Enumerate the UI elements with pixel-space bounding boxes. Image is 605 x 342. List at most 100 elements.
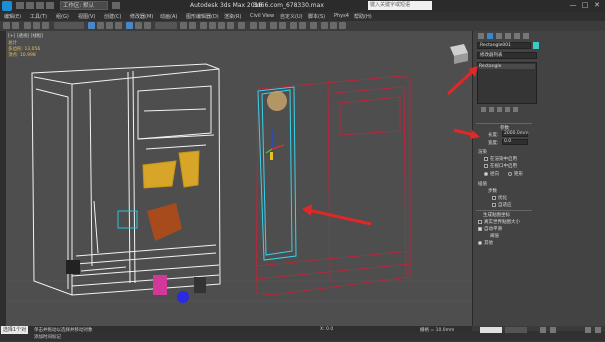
create-tab-icon[interactable] (478, 33, 484, 39)
open-file-icon[interactable] (26, 2, 34, 9)
show-end-result-icon[interactable] (489, 107, 494, 112)
optimize-checkbox[interactable] (492, 196, 496, 200)
make-unique-icon[interactable] (497, 107, 502, 112)
yellow-coat[interactable] (178, 150, 200, 188)
redo-toolbar-icon[interactable] (12, 22, 19, 29)
pivot-center-icon[interactable] (180, 22, 187, 29)
utilities-tab-icon[interactable] (523, 33, 529, 39)
remove-modifier-icon[interactable] (505, 107, 510, 112)
configure-sets-icon[interactable] (513, 107, 518, 112)
maximize-button[interactable]: □ (580, 1, 590, 10)
close-button[interactable]: ✕ (592, 1, 602, 10)
spinner-snap-icon[interactable] (227, 22, 234, 29)
menu-group[interactable]: 组(G) (56, 13, 69, 20)
auto-key-button[interactable] (480, 327, 502, 333)
menu-scripting[interactable]: 脚本(S) (308, 13, 325, 20)
gizmo-x-axis[interactable] (271, 144, 285, 150)
save-file-icon[interactable] (36, 2, 44, 9)
menu-views[interactable]: 视图(V) (78, 13, 95, 20)
set-key-button[interactable] (505, 327, 527, 333)
undo-toolbar-icon[interactable] (3, 22, 10, 29)
auto-smooth-checkbox[interactable] (478, 227, 482, 231)
unlink-icon[interactable] (33, 22, 40, 29)
align-icon[interactable] (259, 22, 266, 29)
minimize-button[interactable]: — (568, 1, 578, 10)
misc-radio[interactable] (478, 241, 482, 245)
rectangular-radio[interactable] (508, 172, 512, 176)
material-editor-icon[interactable] (310, 22, 317, 29)
schematic-view-icon[interactable] (299, 22, 306, 29)
object-name-field[interactable]: Rectangle001 (477, 42, 531, 49)
named-selection-icon[interactable] (238, 22, 245, 29)
menu-graph-editors[interactable]: 图形编辑器(D) (186, 13, 219, 20)
rectangular-selection-icon[interactable] (106, 22, 113, 29)
stack-item[interactable]: Rectangle (479, 64, 535, 69)
workspace-dropdown[interactable]: 工作区: 默认 (60, 1, 108, 10)
undo-icon[interactable] (46, 2, 54, 9)
pink-box[interactable] (153, 275, 167, 295)
menu-tools[interactable]: 工具(T) (30, 13, 47, 20)
menu-help[interactable]: 帮助(H) (354, 13, 372, 20)
reference-coordinate-dropdown[interactable] (155, 22, 177, 29)
render-icon[interactable] (339, 22, 346, 29)
rendered-frame-icon[interactable] (330, 22, 337, 29)
menu-modifiers[interactable]: 修改器(M) (130, 13, 153, 20)
layer-manager-icon[interactable] (270, 22, 277, 29)
menu-phys[interactable]: Phys4 (334, 13, 349, 19)
rotate-icon[interactable] (135, 22, 142, 29)
length-field[interactable]: 2000.0mm (502, 131, 529, 137)
menu-civil-view[interactable]: Civil View (250, 13, 274, 19)
move-icon[interactable] (126, 22, 133, 29)
bind-space-warp-icon[interactable] (42, 22, 49, 29)
width-field[interactable]: 0.0 (502, 139, 528, 145)
menu-edit[interactable]: 编辑(E) (4, 13, 21, 20)
redo-icon[interactable] (112, 2, 120, 9)
zoom-icon[interactable] (585, 327, 591, 333)
adaptive-checkbox[interactable] (492, 203, 496, 207)
percent-snap-icon[interactable] (218, 22, 225, 29)
perspective-viewport[interactable] (6, 31, 472, 326)
orbit-icon[interactable] (595, 327, 601, 333)
object-color-swatch[interactable] (533, 42, 539, 49)
motion-tab-icon[interactable] (505, 33, 511, 39)
pin-stack-icon[interactable] (481, 107, 486, 112)
brown-box[interactable] (147, 203, 182, 241)
search-input[interactable]: 键入关键字或短语 (368, 1, 432, 10)
blue-ball[interactable] (177, 291, 189, 303)
select-by-name-icon[interactable] (97, 22, 104, 29)
radial-radio[interactable] (484, 172, 488, 176)
curve-editor-icon[interactable] (290, 22, 297, 29)
display-tab-icon[interactable] (514, 33, 520, 39)
modify-tab-icon[interactable] (487, 33, 493, 39)
selection-filter-dropdown[interactable] (54, 22, 84, 29)
hierarchy-tab-icon[interactable] (496, 33, 502, 39)
modifier-list-dropdown[interactable]: 修改器列表 (477, 52, 537, 59)
select-object-icon[interactable] (88, 22, 95, 29)
enable-renderer-checkbox[interactable] (484, 157, 488, 161)
menu-create[interactable]: 创建(C) (104, 13, 121, 20)
graphite-toggle-icon[interactable] (279, 22, 286, 29)
gizmo-handle[interactable] (270, 152, 273, 160)
dark-shoes[interactable] (194, 277, 206, 293)
selected-rectangle-panel[interactable] (257, 86, 297, 261)
angle-snap-icon[interactable] (209, 22, 216, 29)
menu-rendering[interactable]: 渲染(R) (224, 13, 241, 20)
mirror-icon[interactable] (250, 22, 257, 29)
add-time-tag[interactable]: 添加时间标记 (34, 334, 61, 340)
real-world-checkbox[interactable] (478, 220, 482, 224)
menu-animation[interactable]: 动画(A) (160, 13, 177, 20)
menu-customize[interactable]: 自定义(U) (280, 13, 303, 20)
scale-icon[interactable] (144, 22, 151, 29)
yellow-bag[interactable] (142, 160, 177, 189)
window-crossing-icon[interactable] (115, 22, 122, 29)
rendering-section-label[interactable]: 渲染 (478, 149, 487, 155)
enable-viewport-checkbox[interactable] (484, 164, 488, 168)
link-icon[interactable] (24, 22, 31, 29)
app-logo-icon[interactable] (2, 1, 12, 11)
new-file-icon[interactable] (16, 2, 24, 9)
interpolation-section-label[interactable]: 插值 (478, 181, 487, 187)
snap-toggle-icon[interactable] (200, 22, 207, 29)
select-manipulate-icon[interactable] (189, 22, 196, 29)
black-shoes[interactable] (66, 260, 80, 274)
viewport-label[interactable]: [+] [透视] [线框] (8, 33, 43, 39)
